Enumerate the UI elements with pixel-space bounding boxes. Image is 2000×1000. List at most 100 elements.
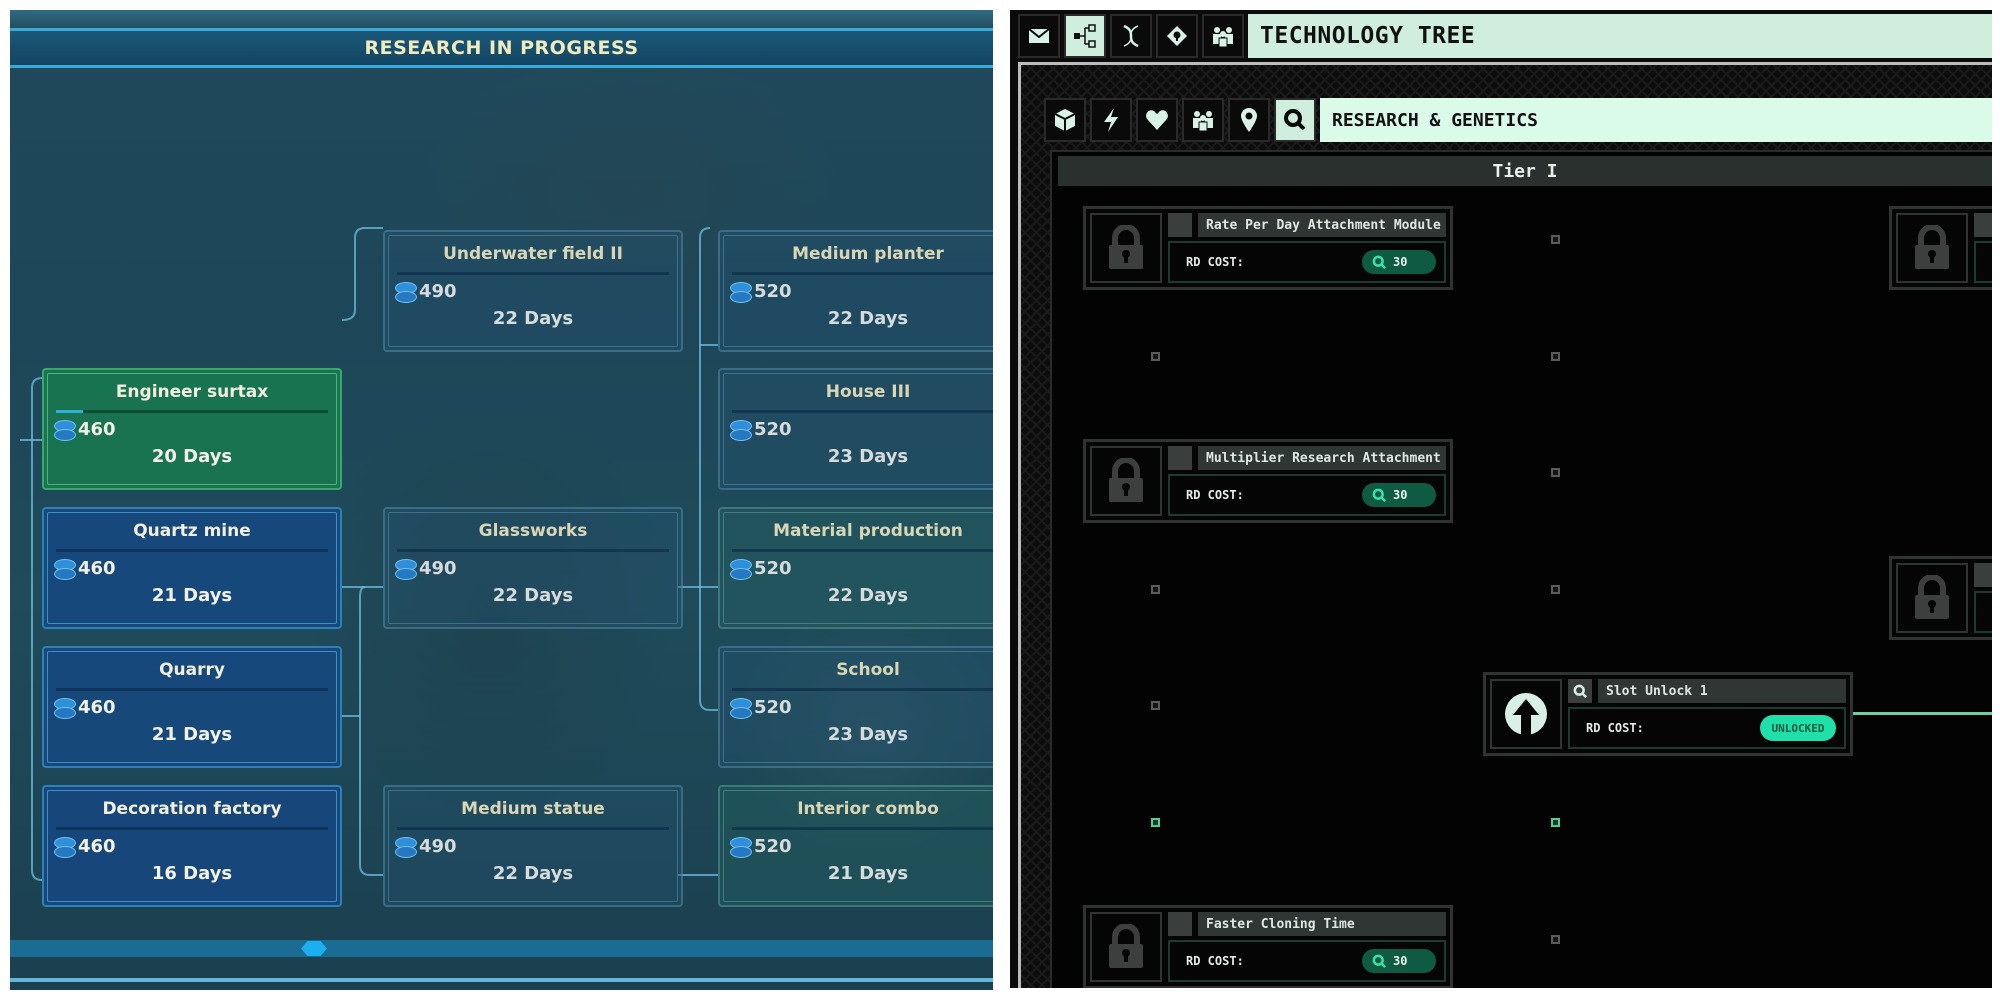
grid-node-dot	[1151, 352, 1160, 361]
card-name: Underwater field II	[443, 244, 623, 264]
subtab-power[interactable]	[1090, 98, 1132, 142]
coin-stack-icon	[395, 835, 417, 858]
card-name: House III	[825, 382, 911, 402]
coin-stack-icon	[54, 835, 76, 858]
cost-value: 30	[1393, 954, 1408, 968]
cost-value: 30	[1393, 488, 1408, 502]
node-status-box	[1168, 446, 1192, 470]
research-card-interior-combo[interactable]: Interior combo 520 21 Days	[718, 785, 993, 907]
main-tab-bar: TECHNOLOGY TREE	[1018, 14, 1992, 58]
tab-locations[interactable]	[1156, 14, 1198, 58]
card-separator	[397, 827, 669, 830]
tech-node-partial[interactable]: RD	[1889, 206, 1992, 290]
node-icon-box	[1090, 446, 1162, 516]
subtab-population[interactable]	[1182, 98, 1224, 142]
card-separator	[56, 827, 328, 830]
research-card-house-iii[interactable]: House III 520 23 Days	[718, 368, 993, 490]
category-tab-bar: RESEARCH & GENETICS	[1044, 98, 1992, 142]
search-icon	[1372, 488, 1387, 502]
lock-icon	[1109, 458, 1143, 502]
research-card-underwater-field-ii[interactable]: Underwater field II 490 22 Days	[383, 230, 683, 352]
node-title: Rate Per Day Attachment Module	[1198, 213, 1446, 237]
node-status-box	[1168, 912, 1192, 936]
search-icon	[1372, 954, 1387, 968]
node-icon-box	[1896, 563, 1968, 633]
card-days: 20 Days	[151, 446, 233, 467]
card-days: 22 Days	[827, 585, 909, 606]
node-link-line	[1853, 712, 1992, 715]
tech-node-multiplier-research[interactable]: Multiplier Research Attachment RD COST: …	[1083, 439, 1453, 523]
node-status-box	[1974, 563, 1992, 587]
connector-root	[31, 377, 43, 881]
coin-stack-icon	[395, 280, 417, 303]
tech-node-faster-cloning[interactable]: Faster Cloning Time RD COST: 30	[1083, 905, 1453, 988]
cost-label: RD COST:	[1186, 255, 1244, 269]
grid-node-dot	[1551, 585, 1560, 594]
node-status-box	[1568, 679, 1592, 703]
location-pin-icon	[1241, 108, 1257, 132]
tab-tech-tree[interactable]	[1064, 14, 1106, 58]
card-days: 21 Days	[151, 585, 233, 606]
research-card-medium-planter[interactable]: Medium planter 520 22 Days	[718, 230, 993, 352]
card-name: Engineer surtax	[115, 382, 269, 402]
tech-node-partial[interactable]: RD	[1889, 556, 1992, 640]
card-separator	[397, 549, 669, 552]
research-card-school[interactable]: School 520 23 Days	[718, 646, 993, 768]
subtab-exploration[interactable]	[1228, 98, 1270, 142]
node-icon-box	[1090, 912, 1162, 982]
tech-tree-icon	[1074, 24, 1096, 48]
card-separator	[732, 688, 993, 691]
card-name: Interior combo	[797, 799, 939, 819]
tab-crew[interactable]	[1202, 14, 1244, 58]
research-card-glassworks[interactable]: Glassworks 490 22 Days	[383, 507, 683, 629]
heart-icon	[1146, 110, 1168, 130]
research-card-engineer-surtax[interactable]: Engineer surtax 460 20 Days	[42, 368, 342, 490]
node-title: Slot Unlock 1	[1598, 679, 1846, 703]
node-title: Faster Cloning Time	[1198, 912, 1446, 936]
progress-bar	[56, 410, 328, 413]
subtab-resources[interactable]	[1044, 98, 1086, 142]
research-cost-button[interactable]: 30	[1362, 250, 1436, 274]
card-cost: 490	[419, 280, 457, 302]
card-separator	[732, 549, 993, 552]
node-icon-box	[1090, 213, 1162, 283]
subtab-research[interactable]	[1274, 98, 1316, 142]
card-days: 23 Days	[827, 724, 909, 745]
tab-genetics[interactable]	[1110, 14, 1152, 58]
research-card-material-production[interactable]: Material production 520 22 Days	[718, 507, 993, 629]
cost-label: RD COST:	[1586, 721, 1644, 735]
upgrade-arrow-icon	[1505, 693, 1547, 735]
tech-node-rate-per-day[interactable]: Rate Per Day Attachment Module RD COST: …	[1083, 206, 1453, 290]
lock-icon	[1915, 575, 1949, 619]
research-card-decoration-factory[interactable]: Decoration factory 460 16 Days	[42, 785, 342, 907]
research-cost-button[interactable]: 30	[1362, 483, 1436, 507]
coin-stack-icon	[730, 696, 752, 719]
technology-tree-panel: TECHNOLOGY TREE RESEARCH & GENETICS Tier…	[1010, 10, 1992, 988]
research-card-quartz-mine[interactable]: Quartz mine 460 21 Days	[42, 507, 342, 629]
node-status-box	[1168, 213, 1192, 237]
card-cost: 520	[754, 280, 792, 302]
card-name: Medium statue	[461, 799, 605, 819]
card-days: 21 Days	[151, 724, 233, 745]
search-icon	[1573, 684, 1587, 698]
card-separator	[56, 688, 328, 691]
tab-mail[interactable]	[1018, 14, 1060, 58]
tech-node-slot-unlock-1[interactable]: Slot Unlock 1 RD COST: UNLOCKED	[1483, 672, 1853, 756]
lock-icon	[1109, 924, 1143, 968]
cost-value: 30	[1393, 255, 1408, 269]
node-icon-box	[1490, 679, 1562, 749]
top-strip	[10, 10, 993, 28]
subtab-health[interactable]	[1136, 98, 1178, 142]
research-card-medium-statue[interactable]: Medium statue 490 22 Days	[383, 785, 683, 907]
card-name: Quarry	[159, 660, 225, 680]
research-card-quarry[interactable]: Quarry 460 21 Days	[42, 646, 342, 768]
card-days: 22 Days	[492, 308, 574, 329]
node-cost-row: RD COST: 30	[1168, 940, 1446, 982]
node-cost-row: RD COST: UNLOCKED	[1568, 707, 1846, 749]
card-name: Material production	[773, 521, 963, 541]
tech-tree-canvas[interactable]: Tier I Rate Per Day Attachment Module RD…	[1050, 150, 1992, 988]
node-cost-row: RD	[1974, 591, 1992, 633]
card-name: Glassworks	[478, 521, 588, 541]
horizontal-scrollbar[interactable]	[10, 940, 993, 957]
research-cost-button[interactable]: 30	[1362, 949, 1436, 973]
